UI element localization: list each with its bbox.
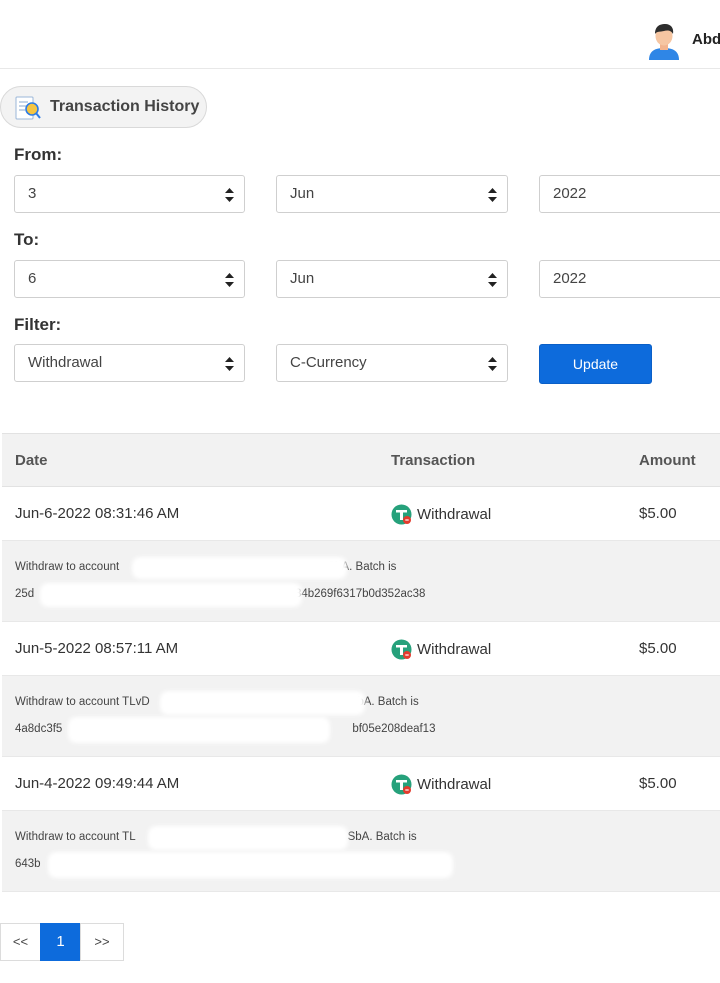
username[interactable]: Abd — [692, 31, 720, 48]
select-arrows-icon — [225, 357, 234, 371]
from-month-value: Jun — [290, 185, 315, 202]
to-year-value: 2022 — [553, 270, 587, 287]
detail-hash-start: 643b — [15, 858, 41, 870]
redaction-mark — [48, 852, 453, 878]
transaction-date: Jun-4-2022 09:49:44 AM — [15, 775, 180, 792]
from-day-value: 3 — [28, 185, 37, 202]
from-month-select[interactable]: Jun — [276, 175, 508, 213]
select-arrows-icon — [488, 188, 497, 202]
to-month-value: Jun — [290, 270, 315, 287]
transaction-detail: Withdraw to account SbA. Batch is 25d c84… — [2, 541, 720, 622]
update-button[interactable]: Update — [539, 344, 652, 384]
redaction-mark — [40, 583, 302, 607]
filter-label: Filter: — [14, 315, 62, 334]
to-month-select[interactable]: Jun — [276, 260, 508, 298]
detail-line-2: 643b — [15, 858, 41, 870]
transaction-type-label: Withdrawal — [417, 641, 492, 658]
to-year-input[interactable]: 2022 — [539, 260, 720, 298]
redaction-mark — [132, 557, 347, 579]
top-bar: Abd — [0, 0, 720, 69]
detail-account-text: Withdraw to account TLvD — [15, 696, 150, 708]
filter-currency-value: C-Currency — [290, 354, 367, 371]
filter-type-select[interactable]: Withdrawal — [14, 344, 245, 382]
transaction-date: Jun-6-2022 08:31:46 AM — [15, 505, 180, 522]
select-arrows-icon — [488, 273, 497, 287]
from-day-select[interactable]: 3 — [14, 175, 245, 213]
from-year-input[interactable]: 2022 — [539, 175, 720, 213]
transaction-search-icon — [15, 96, 41, 120]
transaction-table: Date Transaction Amount Jun-6-2022 08:31… — [2, 433, 720, 892]
table-row: Jun-6-2022 08:31:46 AM Withdrawal $5.00 — [2, 487, 720, 541]
select-arrows-icon — [225, 273, 234, 287]
detail-hash-end: bf05e208deaf13 — [352, 723, 436, 735]
redaction-mark — [68, 717, 330, 743]
prev-page-button[interactable]: << — [0, 923, 41, 961]
detail-account-text: Withdraw to account — [15, 561, 123, 573]
pagination: << 1 >> — [0, 923, 124, 961]
tether-coin-icon — [391, 774, 412, 795]
transaction-type-label: Withdrawal — [417, 506, 492, 523]
transaction-type: Withdrawal — [391, 504, 491, 525]
transaction-amount: $5.00 — [639, 775, 677, 792]
select-arrows-icon — [488, 357, 497, 371]
transaction-amount: $5.00 — [639, 640, 677, 657]
detail-batch-text: SbA. Batch is — [347, 831, 417, 843]
transaction-type: Withdrawal — [391, 774, 491, 795]
transaction-amount: $5.00 — [639, 505, 677, 522]
page-1-button[interactable]: 1 — [40, 923, 81, 961]
redaction-mark — [160, 691, 365, 715]
redaction-mark — [148, 826, 348, 850]
page-title: Transaction History — [50, 98, 200, 115]
column-header-amount: Amount — [639, 452, 696, 469]
to-day-select[interactable]: 6 — [14, 260, 245, 298]
transaction-detail: Withdraw to account TL SbA. Batch is 643b — [2, 811, 720, 892]
detail-hash-end: c84b269f6317b0d352ac38 — [289, 588, 426, 600]
tether-coin-icon — [391, 639, 412, 660]
table-row: Jun-5-2022 08:57:11 AM Withdrawal $5.00 — [2, 622, 720, 676]
detail-hash-start: 25d — [15, 588, 35, 600]
transaction-type: Withdrawal — [391, 639, 491, 660]
column-header-date: Date — [15, 452, 48, 469]
filter-type-value: Withdrawal — [28, 354, 103, 371]
detail-account-text: Withdraw to account TL — [15, 831, 136, 843]
to-day-value: 6 — [28, 270, 37, 287]
table-row: Jun-4-2022 09:49:44 AM Withdrawal $5.00 — [2, 757, 720, 811]
next-page-button[interactable]: >> — [80, 923, 124, 961]
filter-currency-select[interactable]: C-Currency — [276, 344, 508, 382]
column-header-transaction: Transaction — [391, 452, 476, 469]
from-label: From: — [14, 145, 63, 164]
user-avatar-icon[interactable] — [646, 22, 682, 60]
transaction-type-label: Withdrawal — [417, 776, 492, 793]
page-title-pill: Transaction History — [0, 86, 207, 128]
transaction-detail: Withdraw to account TLvD SbA. Batch is 4a… — [2, 676, 720, 757]
to-label: To: — [14, 230, 40, 249]
table-header: Date Transaction Amount — [2, 433, 720, 487]
select-arrows-icon — [225, 188, 234, 202]
from-year-value: 2022 — [553, 185, 587, 202]
transaction-date: Jun-5-2022 08:57:11 AM — [15, 640, 179, 657]
tether-coin-icon — [391, 504, 412, 525]
detail-hash-start: 4a8dc3f5 — [15, 723, 63, 735]
